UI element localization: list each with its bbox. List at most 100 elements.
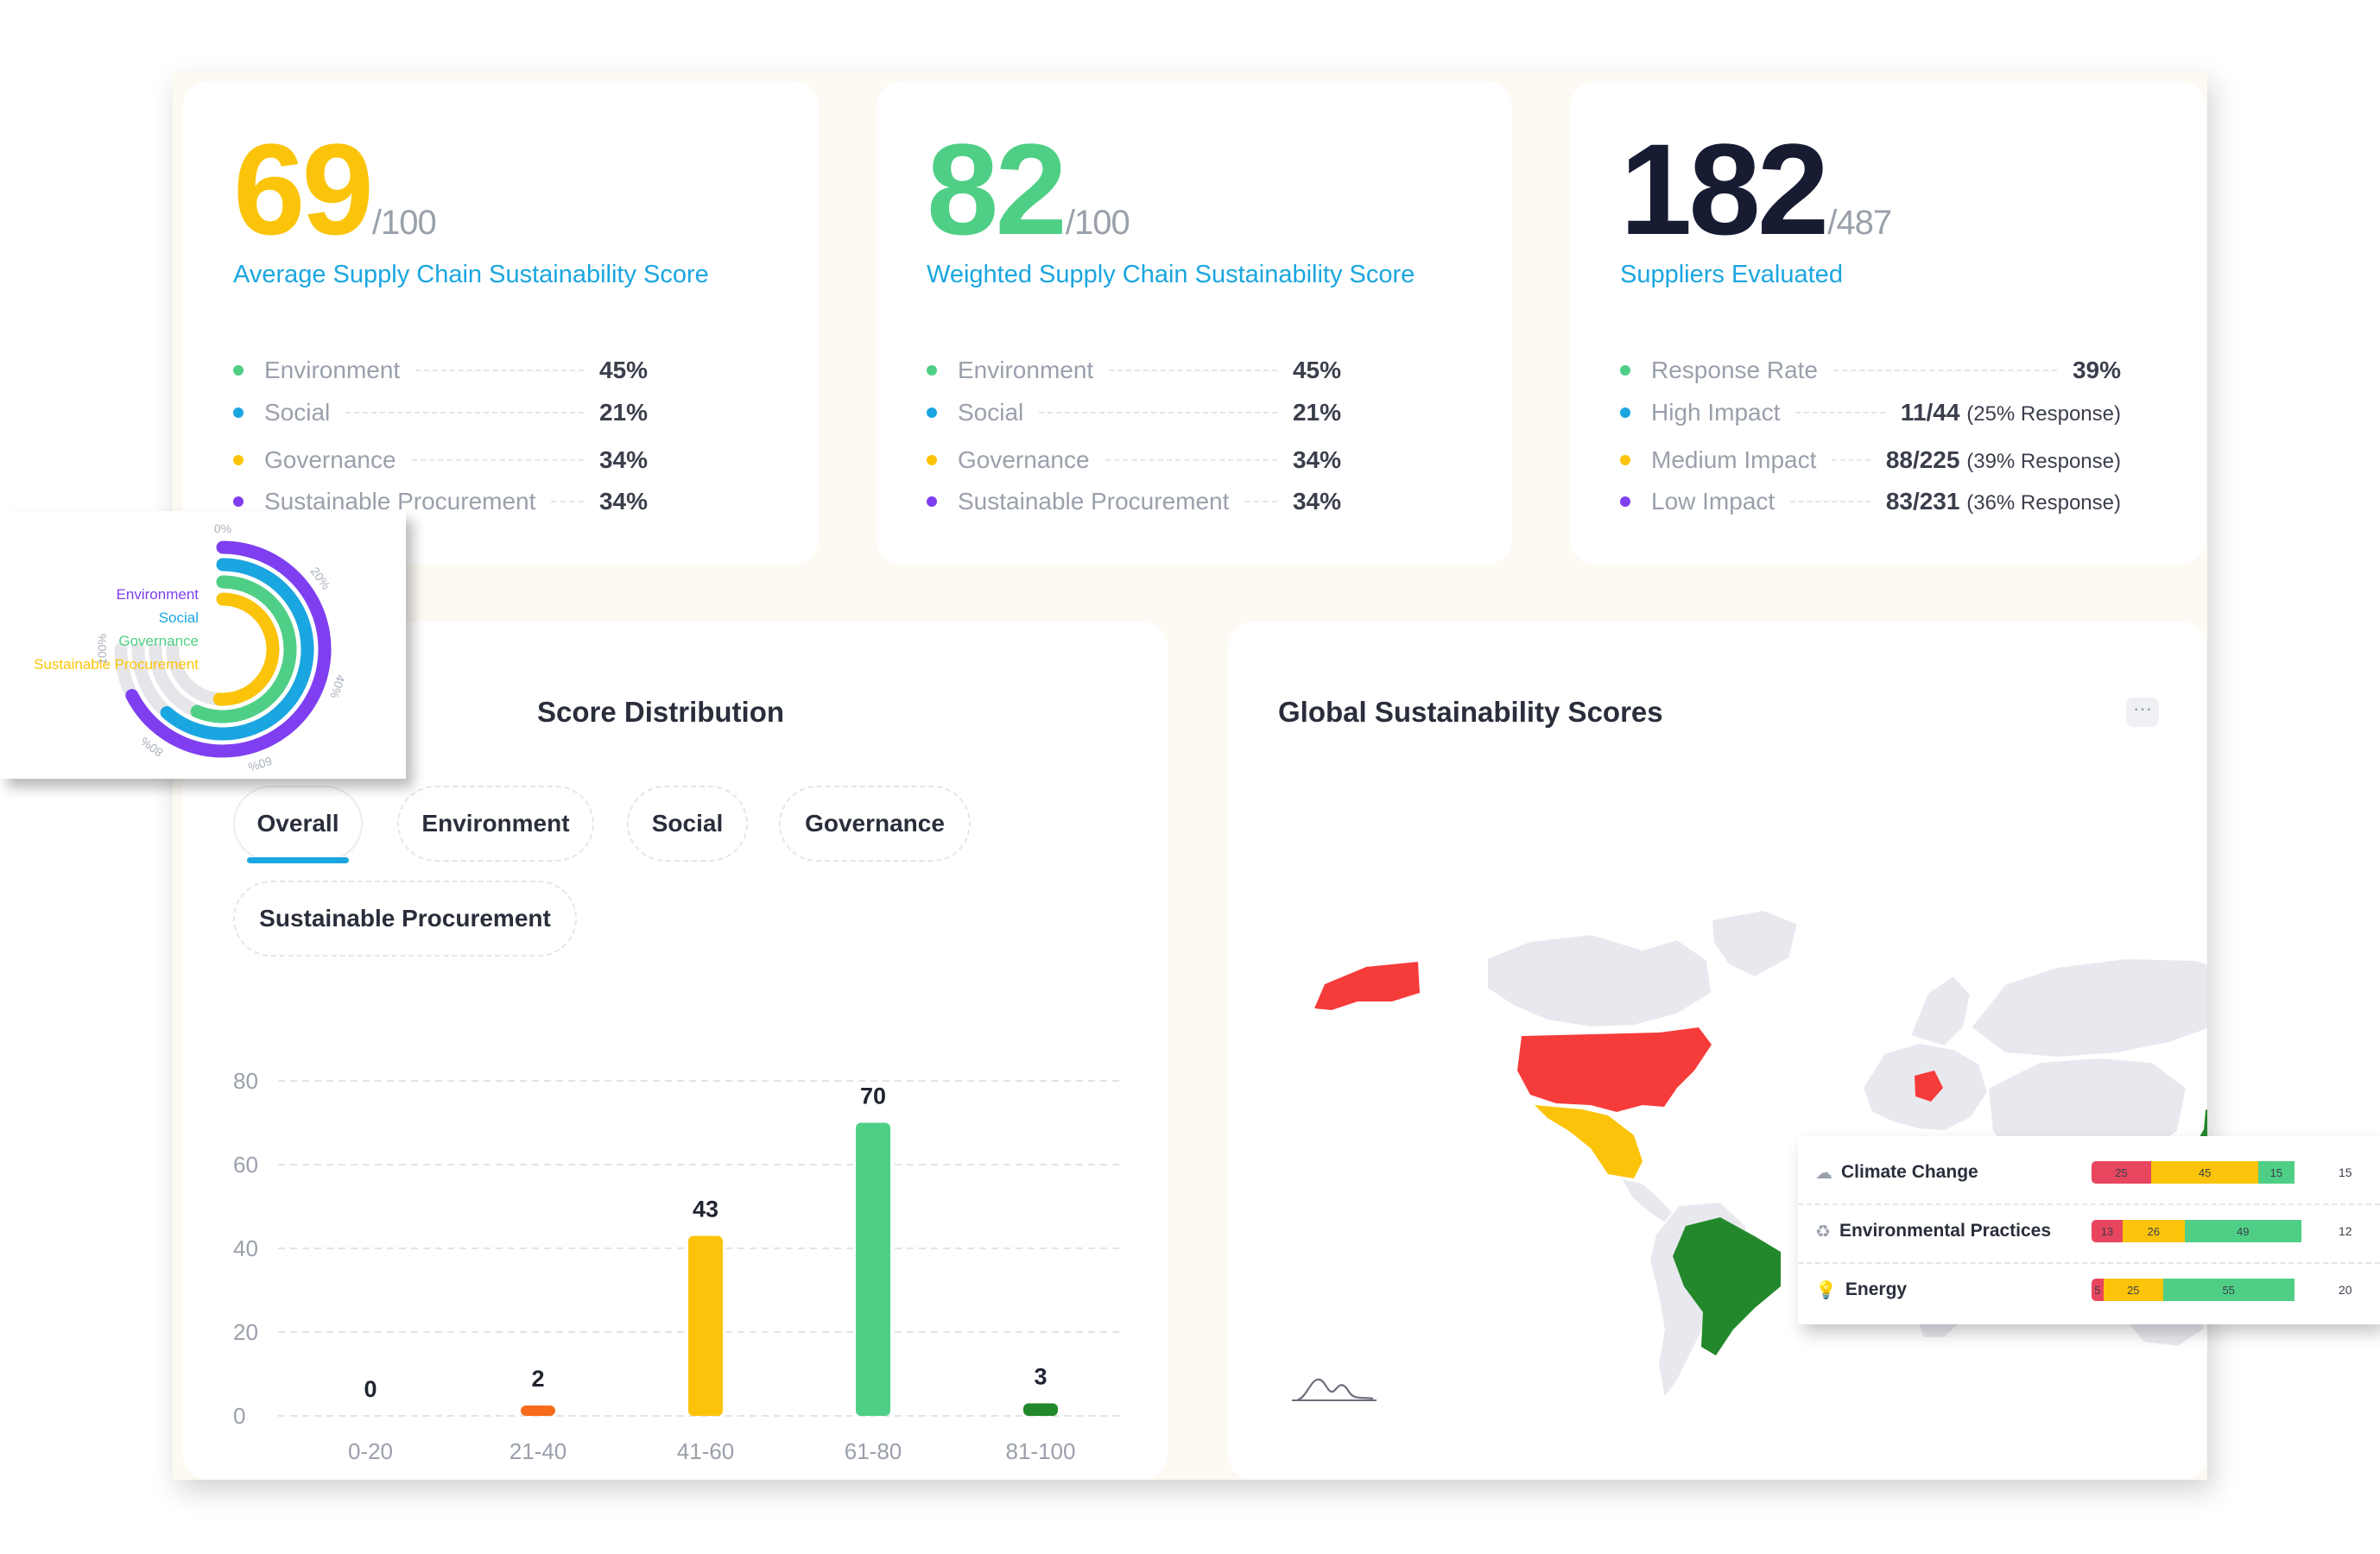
risk-segment-medium: 25 [2103, 1279, 2163, 1301]
x-tick-label: 81-100 [1006, 1438, 1076, 1464]
risk-bar: 5 25 55 [2092, 1279, 2330, 1301]
metric-row: Social 21% [927, 395, 1341, 430]
x-tick-label: 61-80 [845, 1438, 902, 1464]
risk-row: ♻ Environmental Practices 13 26 49 12 [1798, 1205, 2380, 1257]
bar [856, 1122, 890, 1416]
risk-label: 💡 Energy [1815, 1279, 1908, 1300]
radial-tick-label: 60% [246, 754, 274, 774]
score-value: 182 [1620, 117, 1829, 262]
risk-breakdown-card: ☁ Climate Change 25 45 15 15 ♻ Environment… [1798, 1136, 2380, 1324]
radial-chart-card: Environment Social Governance Sustainable P… [0, 511, 406, 779]
score-denominator: /487 [1827, 204, 1892, 242]
metric-row: Governance 34% [233, 443, 648, 477]
risk-segment-empty [2294, 1279, 2330, 1301]
suppliers-evaluated: 182/487 [1620, 124, 1892, 254]
y-tick-label: 0 [233, 1403, 245, 1429]
map-region-usa [1517, 1027, 1712, 1112]
map-region-scandinavia [1908, 974, 1972, 1048]
score-card-weighted: 82/100 Weighted Supply Chain Sustainabil… [877, 81, 1512, 565]
metric-row: Medium Impact 88/225 (39% Response) [1620, 443, 2121, 477]
metric-value: 34% [1292, 446, 1341, 473]
legend-dot [927, 365, 937, 376]
legend-dot [1620, 365, 1630, 376]
bar-value-label: 0 [364, 1376, 377, 1402]
risk-row: ☁ Climate Change 25 45 15 15 [1798, 1147, 2380, 1198]
x-tick-label: 0-20 [348, 1438, 393, 1464]
metric-value: 88/225 (39% Response) [1885, 446, 2121, 473]
score-card-average: 69/100 Average Supply Chain Sustainabili… [183, 81, 819, 565]
metric-value: 39% [2072, 357, 2121, 383]
legend-dot [927, 455, 937, 465]
metric-value: 11/44 (25% Response) [1900, 399, 2121, 426]
metric-label: Medium Impact [1651, 446, 1817, 473]
risk-segment-low: 13 [2092, 1220, 2123, 1242]
risk-segment-high: 15 [2258, 1161, 2295, 1184]
radial-legend-label: Governance [118, 633, 199, 649]
metric-row: High Impact 11/44 (25% Response) [1620, 395, 2121, 430]
metric-value: 45% [598, 357, 648, 383]
legend-dot [1620, 455, 1630, 465]
bar-value-label: 2 [531, 1366, 544, 1392]
radial-legend-label: Sustainable Procurement [34, 656, 199, 673]
risk-label: ♻ Environmental Practices [1815, 1221, 2052, 1241]
leader-line [345, 412, 584, 414]
risk-segment-medium: 26 [2122, 1220, 2185, 1242]
y-tick-label: 60 [233, 1152, 258, 1178]
score-value: 69 [233, 117, 374, 262]
metric-row: Low Impact 83/231 (36% Response) [1620, 484, 2121, 519]
bar [521, 1406, 555, 1416]
bar [1023, 1403, 1058, 1416]
global-scores-card: Global Sustainability Scores ··· [1228, 622, 2207, 1480]
weighted-score: 82/100 [927, 124, 1130, 254]
risk-segment-empty [2294, 1161, 2330, 1184]
metric-label: High Impact [1651, 399, 1781, 426]
radial-arc [212, 592, 280, 706]
risk-label: ☁ Climate Change [1815, 1162, 1978, 1183]
leader-line [411, 459, 584, 461]
risk-segment-low: 5 [2092, 1279, 2104, 1301]
metric-row: Sustainable Procurement 34% [927, 484, 1341, 519]
legend-dot [1620, 407, 1630, 418]
legend-dot [233, 407, 244, 418]
response-note: (36% Response) [1966, 491, 2121, 515]
map-region-alaska [1314, 962, 1420, 1010]
score-value: 82 [927, 117, 1067, 262]
metric-label: Response Rate [1651, 357, 1819, 383]
leader-line [1244, 501, 1277, 502]
bar-value-label: 43 [693, 1196, 718, 1222]
leader-line [1109, 370, 1277, 371]
leader-line [1105, 459, 1277, 461]
y-tick-label: 80 [233, 1068, 258, 1094]
response-note: (39% Response) [1966, 450, 2121, 473]
risk-remainder: 20 [2339, 1283, 2352, 1297]
metric-value: 21% [598, 399, 648, 426]
leader-line [1795, 412, 1885, 414]
card-subtitle: Average Supply Chain Sustainability Scor… [233, 261, 709, 288]
risk-row: 💡 Energy 5 25 55 20 [1798, 1264, 2380, 1316]
legend-dot [233, 455, 244, 465]
metric-value: 21% [1292, 399, 1341, 426]
risk-segment-low: 25 [2092, 1161, 2151, 1184]
map-region-mexico [1535, 1105, 1643, 1178]
metric-label: Environment [958, 357, 1094, 383]
y-tick-label: 20 [233, 1319, 258, 1345]
radial-legend-label: Social [159, 610, 199, 626]
radial-tick-label: 100% [95, 634, 109, 665]
metric-value: 34% [598, 446, 648, 473]
world-map [1314, 908, 2207, 1401]
metric-label: Low Impact [1651, 488, 1776, 515]
map-region-greenland [1710, 908, 1800, 979]
radial-tick-label: 40% [327, 673, 348, 700]
metric-row: Environment 45% [233, 353, 648, 388]
bar-value-label: 3 [1034, 1363, 1047, 1389]
radial-progress-chart: Environment Social Governance Sustainable P… [34, 521, 348, 774]
x-tick-label: 41-60 [677, 1438, 735, 1464]
score-denominator: /100 [1065, 204, 1130, 242]
x-tick-label: 21-40 [510, 1438, 567, 1464]
metric-row: Governance 34% [927, 443, 1341, 477]
card-subtitle: Suppliers Evaluated [1620, 261, 1843, 288]
metric-value: 34% [598, 488, 648, 515]
metric-row: Response Rate 39% [1620, 353, 2121, 388]
risk-segment-empty [2301, 1220, 2330, 1242]
metric-value: 83/231 (36% Response) [1885, 488, 2121, 515]
